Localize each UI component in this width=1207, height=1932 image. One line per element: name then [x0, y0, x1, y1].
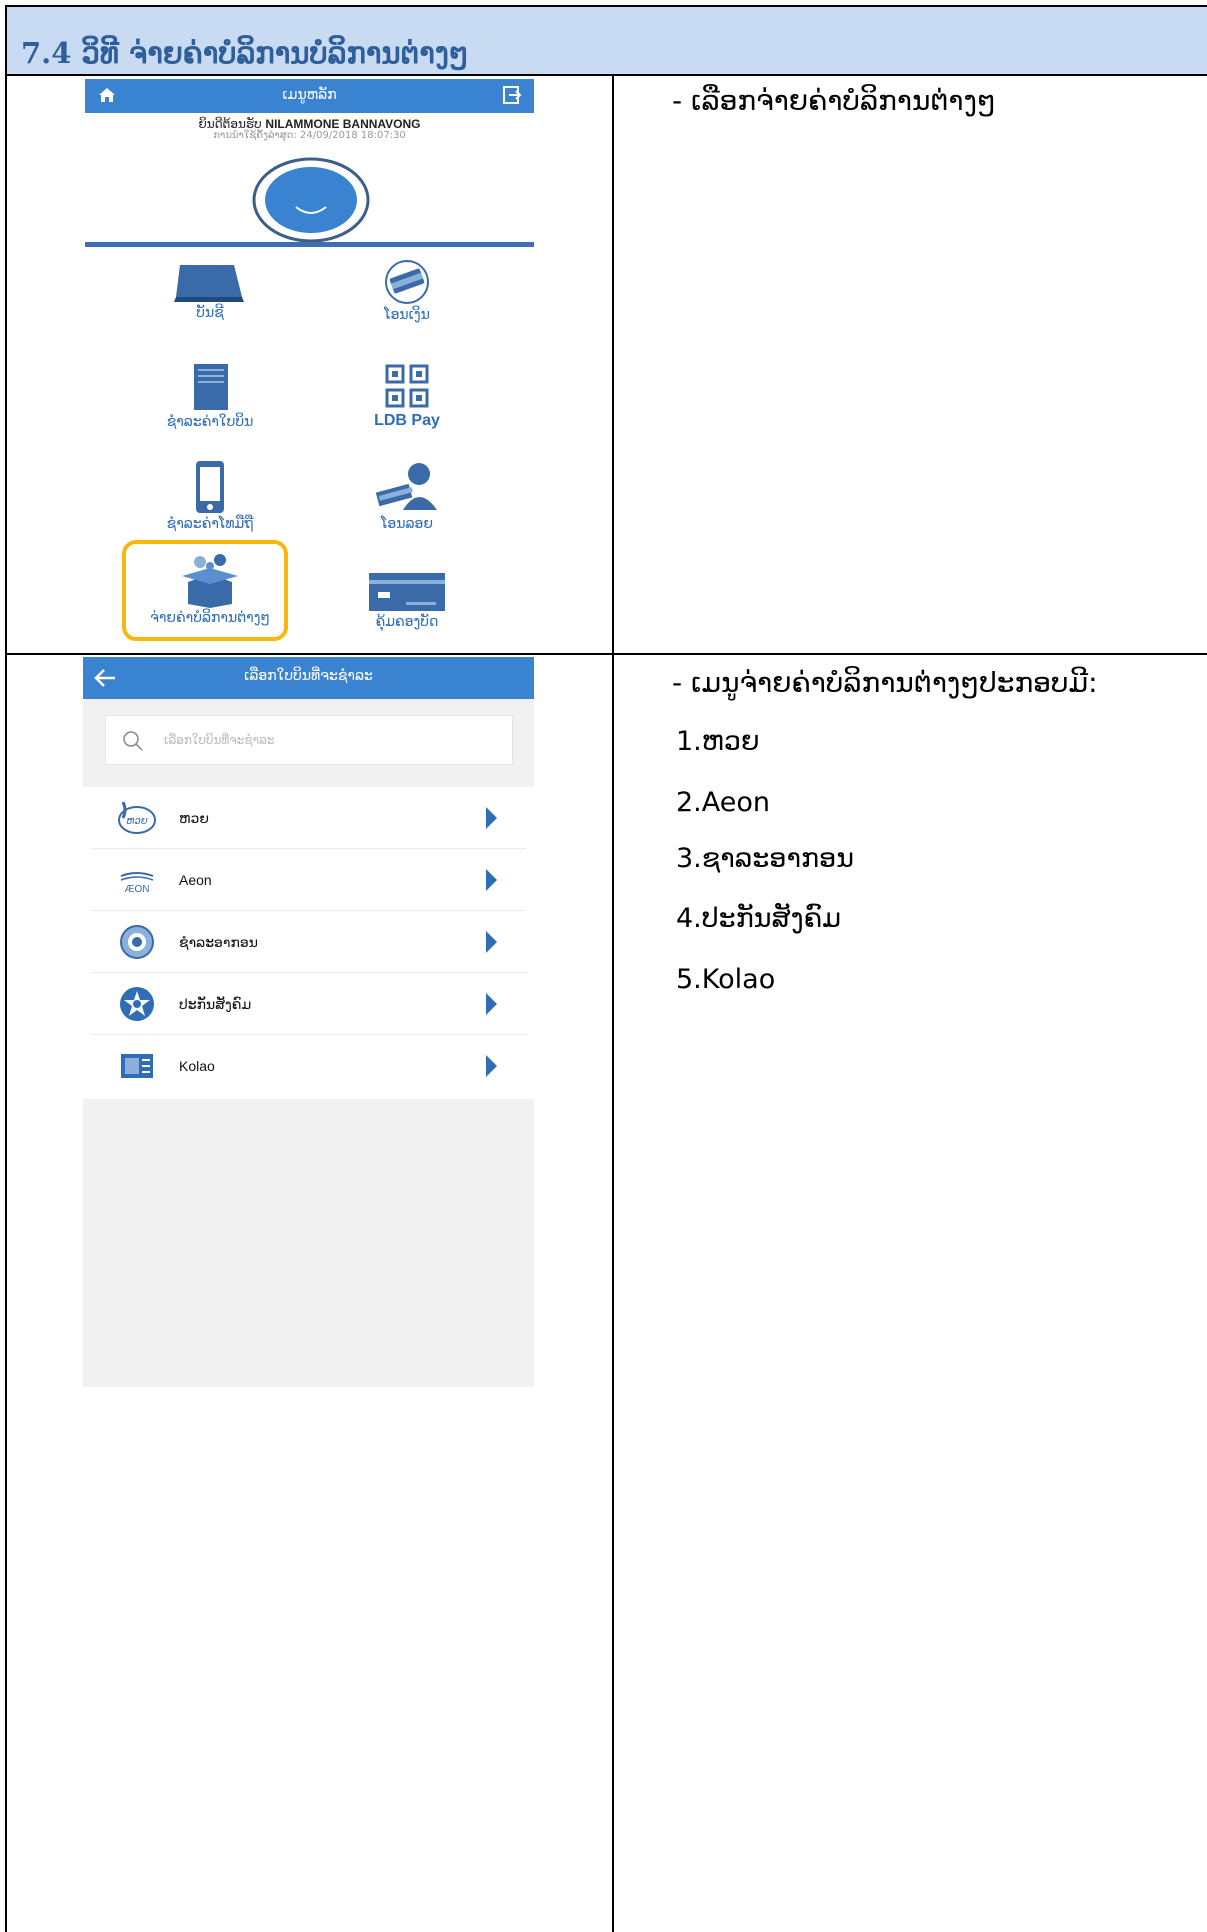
service-list-item: 4.ປະກັນສັງຄົມ	[676, 903, 842, 934]
chevron-right-icon	[486, 1055, 497, 1077]
tile-account[interactable]: ບັນຊີ	[130, 261, 290, 321]
list-item-lottery[interactable]: ຫວຍ ຫວຍ	[83, 787, 534, 849]
tile-label: ຄຸ້ມຄອງບັດ	[375, 614, 439, 630]
row1-instruction: - ເລືອກຈ່າຍຄ່າບໍລິການຕ່າງໆ	[672, 84, 996, 117]
svg-text:ຫວຍ: ຫວຍ	[126, 816, 148, 827]
list-item-aeon[interactable]: ÆON Aeon	[83, 849, 534, 911]
list-item-tax[interactable]: ຊໍາລະອາກອນ	[83, 911, 534, 973]
tile-ldb-pay[interactable]: LDB Pay	[327, 364, 487, 430]
table-divider-vertical	[612, 76, 614, 1932]
tile-label: ບັນຊີ	[196, 305, 224, 321]
last-login-text: ການນໍາໃຊ້ຄັ້ງລ່າສຸດ: 24/09/2018 18:07:30	[213, 130, 406, 141]
biller-name: Kolao	[179, 1058, 215, 1074]
tax-emblem-icon	[120, 925, 154, 959]
logout-icon[interactable]	[502, 85, 522, 105]
credit-card-icon	[369, 573, 445, 611]
app-top-bar: ເລືອກໃບບິນທີ່ຈະຊໍາລະ	[83, 657, 534, 699]
table-divider-horizontal	[5, 653, 1207, 655]
search-placeholder: ເລືອກໃບບິນທີ່ຈະຊໍາລະ	[164, 733, 275, 747]
screen-title: ເລືອກໃບບິນທີ່ຈະຊໍາລະ	[244, 668, 373, 684]
tile-card-management[interactable]: ຄຸ້ມຄອງບັດ	[327, 572, 487, 630]
tile-float-transfer[interactable]: ໂອນລອຍ	[327, 462, 487, 532]
table-border-left	[5, 5, 7, 1932]
biller-name: Aeon	[179, 872, 212, 888]
service-list-item: 3.ຊາລະອາກອນ	[676, 843, 854, 874]
app-title: ເມນູຫລັກ	[282, 87, 337, 103]
service-list-item: 1.ຫວຍ	[676, 726, 760, 757]
section-heading-bar: 7.4 ວິທີ ຈ່າຍຄ່າບໍລິການບໍລິການຕ່າງໆ	[5, 5, 1207, 76]
row2-intro: - ເມນູຈ່າຍຄ່າບໍລິການຕ່າງໆປະກອບມີ:	[672, 666, 1098, 699]
tile-label: ຈ່າຍຄ່າບໍລິການຕ່າງໆ	[150, 610, 270, 626]
tile-label: ຊໍາລະຄ່າໃບບິນ	[166, 414, 254, 430]
tile-label: ໂອນລອຍ	[380, 516, 434, 532]
receipt-icon	[194, 364, 228, 410]
tile-pay-services[interactable]: ຈ່າຍຄ່າບໍລິການຕ່າງໆ	[130, 552, 290, 626]
tile-label: ຊໍາລະຄ່າໂທມືຖື	[166, 516, 254, 532]
tile-mobile-topup[interactable]: ຊໍາລະຄ່າໂທມືຖື	[130, 460, 290, 532]
main-menu-screenshot: ເມນູຫລັກ ຍິນດີຕ້ອນຮັບ NILAMMONE BANNAVON…	[85, 79, 534, 647]
avatar-icon	[252, 157, 370, 243]
tile-bill-payment[interactable]: ຊໍາລະຄ່າໃບບິນ	[130, 362, 290, 430]
tile-label: LDB Pay	[374, 412, 440, 429]
biller-name: ຫວຍ	[179, 810, 209, 826]
mobile-phone-icon	[196, 461, 224, 513]
bill-selection-screenshot: ເລືອກໃບບິນທີ່ຈະຊໍາລະ ເລືອກໃບບິນທີ່ຈະຊໍາລ…	[83, 657, 534, 1387]
lottery-logo-icon: ຫວຍ	[118, 801, 156, 834]
header-divider	[85, 242, 534, 247]
svg-text:ÆON: ÆON	[125, 884, 150, 895]
tile-transfer[interactable]: ໂອນເງິນ	[327, 259, 487, 323]
service-box-icon	[182, 554, 238, 608]
account-book-icon	[174, 265, 244, 302]
service-list-item: 5.Kolao	[676, 964, 776, 995]
biller-name: ປະກັນສັງຄົມ	[179, 996, 252, 1012]
chevron-right-icon	[486, 993, 497, 1015]
service-list-item: 2.Aeon	[676, 787, 770, 818]
section-heading: 7.4 ວິທີ ຈ່າຍຄ່າບໍລິການບໍລິການຕ່າງໆ	[21, 36, 469, 70]
chevron-right-icon	[486, 807, 497, 829]
money-transfer-icon	[385, 260, 429, 304]
list-item-kolao[interactable]: Kolao	[83, 1035, 534, 1097]
tile-label: ໂອນເງິນ	[384, 307, 430, 323]
chevron-right-icon	[486, 931, 497, 953]
biller-list: ຫວຍ ຫວຍ ÆON Aeon ຊໍາລະອາກອນ ປະກັນສັງຄົມ …	[83, 787, 534, 1099]
social-security-emblem-icon	[120, 987, 154, 1021]
list-item-social-security[interactable]: ປະກັນສັງຄົມ	[83, 973, 534, 1035]
cash-person-icon	[375, 463, 437, 510]
qr-code-icon	[385, 364, 429, 408]
app-top-bar: ເມນູຫລັກ	[85, 79, 534, 113]
search-input[interactable]: ເລືອກໃບບິນທີ່ຈະຊໍາລະ	[105, 715, 513, 765]
biller-name: ຊໍາລະອາກອນ	[179, 934, 258, 950]
welcome-text: ຍິນດີຕ້ອນຮັບ NILAMMONE BANNAVONG	[198, 117, 421, 131]
kolao-logo-icon	[121, 1054, 153, 1078]
chevron-right-icon	[486, 869, 497, 891]
search-icon	[123, 731, 143, 751]
aeon-logo-icon: ÆON	[120, 872, 154, 895]
